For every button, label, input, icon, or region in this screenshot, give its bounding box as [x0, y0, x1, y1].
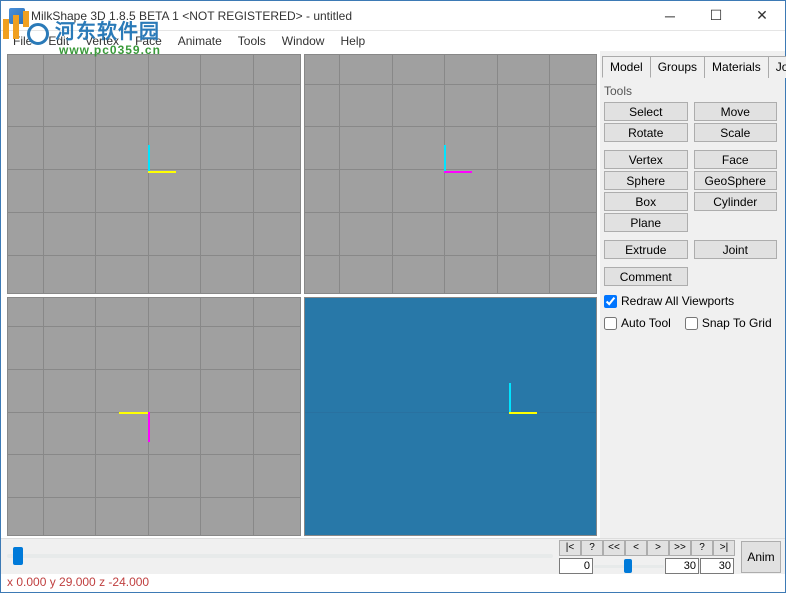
tab-materials[interactable]: Materials: [704, 56, 769, 78]
auto-tool-checkbox[interactable]: [604, 317, 617, 330]
move-button[interactable]: Move: [694, 102, 778, 121]
viewport-top-left[interactable]: [7, 54, 301, 294]
box-button[interactable]: Box: [604, 192, 688, 211]
viewport-bottom-left[interactable]: [7, 297, 301, 537]
axis-z-icon: [444, 171, 472, 173]
maximize-button[interactable]: ☐: [693, 1, 739, 30]
tab-model[interactable]: Model: [602, 56, 651, 78]
comment-button[interactable]: Comment: [604, 267, 688, 286]
timeline-thumb[interactable]: [13, 547, 23, 565]
cylinder-button[interactable]: Cylinder: [694, 192, 778, 211]
tools-header: Tools: [604, 84, 777, 98]
tab-joints[interactable]: Joints: [768, 56, 786, 78]
model-panel: Tools Select Move Rotate Scale Vertex Fa…: [602, 78, 779, 340]
axis-y-icon: [148, 145, 150, 173]
viewport-grid: [8, 298, 300, 536]
side-panel: Model Groups Materials Joints Tools Sele…: [600, 51, 785, 539]
menu-animate[interactable]: Animate: [170, 32, 230, 50]
timeline: |< ? << < > >> ? >| Anim: [1, 538, 785, 574]
frame-current-input[interactable]: [665, 558, 699, 574]
workspace: 河东软件园 www.pc0359.cn: [1, 51, 785, 539]
auto-tool-checkbox-row[interactable]: Auto Tool: [604, 316, 671, 330]
tl-last-button[interactable]: >|: [713, 540, 735, 556]
menubar: File Edit Vertex Face Animate Tools Wind…: [1, 31, 785, 51]
face-button[interactable]: Face: [694, 150, 778, 169]
menu-help[interactable]: Help: [332, 32, 373, 50]
tl-nextkey-button[interactable]: ?: [691, 540, 713, 556]
redraw-checkbox-row[interactable]: Redraw All Viewports: [604, 294, 777, 308]
menu-face[interactable]: Face: [127, 32, 170, 50]
frame-end-input[interactable]: [700, 558, 734, 574]
frame-start-input[interactable]: [559, 558, 593, 574]
tab-groups[interactable]: Groups: [650, 56, 705, 78]
tl-prev-button[interactable]: <: [625, 540, 647, 556]
scale-button[interactable]: Scale: [694, 123, 778, 142]
timeline-slider[interactable]: [7, 542, 553, 572]
axis-x-icon: [148, 171, 176, 173]
redraw-checkbox[interactable]: [604, 295, 617, 308]
snap-label: Snap To Grid: [702, 316, 772, 330]
frame-slider[interactable]: [594, 558, 664, 574]
menu-file[interactable]: File: [5, 32, 40, 50]
geosphere-button[interactable]: GeoSphere: [694, 171, 778, 190]
tl-ffwd-button[interactable]: >>: [669, 540, 691, 556]
app-icon: [9, 8, 25, 24]
bottom-bar: |< ? << < > >> ? >| Anim x 0.000 y 29: [1, 538, 785, 592]
auto-tool-label: Auto Tool: [621, 316, 671, 330]
timeline-track: [7, 554, 553, 558]
rotate-button[interactable]: Rotate: [604, 123, 688, 142]
titlebar: MilkShape 3D 1.8.5 BETA 1 <NOT REGISTERE…: [1, 1, 785, 31]
viewport-grid: [8, 55, 300, 293]
snap-checkbox-row[interactable]: Snap To Grid: [685, 316, 772, 330]
tab-strip: Model Groups Materials Joints: [602, 55, 779, 78]
plane-button[interactable]: Plane: [604, 213, 688, 232]
anim-button[interactable]: Anim: [741, 541, 781, 573]
axis-y-icon: [509, 383, 511, 413]
axis-x-icon: [509, 412, 537, 414]
menu-tools[interactable]: Tools: [230, 32, 274, 50]
tl-next-button[interactable]: >: [647, 540, 669, 556]
joint-button[interactable]: Joint: [694, 240, 778, 259]
viewport-top-right[interactable]: [304, 54, 598, 294]
tl-rewind-button[interactable]: <<: [603, 540, 625, 556]
tl-prevkey-button[interactable]: ?: [581, 540, 603, 556]
menu-window[interactable]: Window: [274, 32, 333, 50]
timeline-buttons: |< ? << < > >> ? >|: [559, 540, 735, 556]
status-coords: x 0.000 y 29.000 z -24.000: [7, 575, 149, 589]
viewport-grid: [305, 298, 597, 536]
menu-edit[interactable]: Edit: [40, 32, 77, 50]
viewport-grid: [305, 55, 597, 293]
viewport-3d[interactable]: [304, 297, 598, 537]
redraw-label: Redraw All Viewports: [621, 294, 734, 308]
axis-z-icon: [148, 412, 150, 442]
menu-vertex[interactable]: Vertex: [77, 32, 127, 50]
axis-x-icon: [119, 412, 149, 414]
select-button[interactable]: Select: [604, 102, 688, 121]
status-bar: x 0.000 y 29.000 z -24.000: [1, 574, 785, 592]
sphere-button[interactable]: Sphere: [604, 171, 688, 190]
minimize-button[interactable]: ─: [647, 1, 693, 30]
vertex-button[interactable]: Vertex: [604, 150, 688, 169]
close-button[interactable]: ✕: [739, 1, 785, 30]
window-title: MilkShape 3D 1.8.5 BETA 1 <NOT REGISTERE…: [31, 9, 647, 23]
snap-checkbox[interactable]: [685, 317, 698, 330]
axis-y-icon: [444, 145, 446, 173]
tl-first-button[interactable]: |<: [559, 540, 581, 556]
viewports: [1, 51, 600, 539]
extrude-button[interactable]: Extrude: [604, 240, 688, 259]
window-controls: ─ ☐ ✕: [647, 1, 785, 30]
